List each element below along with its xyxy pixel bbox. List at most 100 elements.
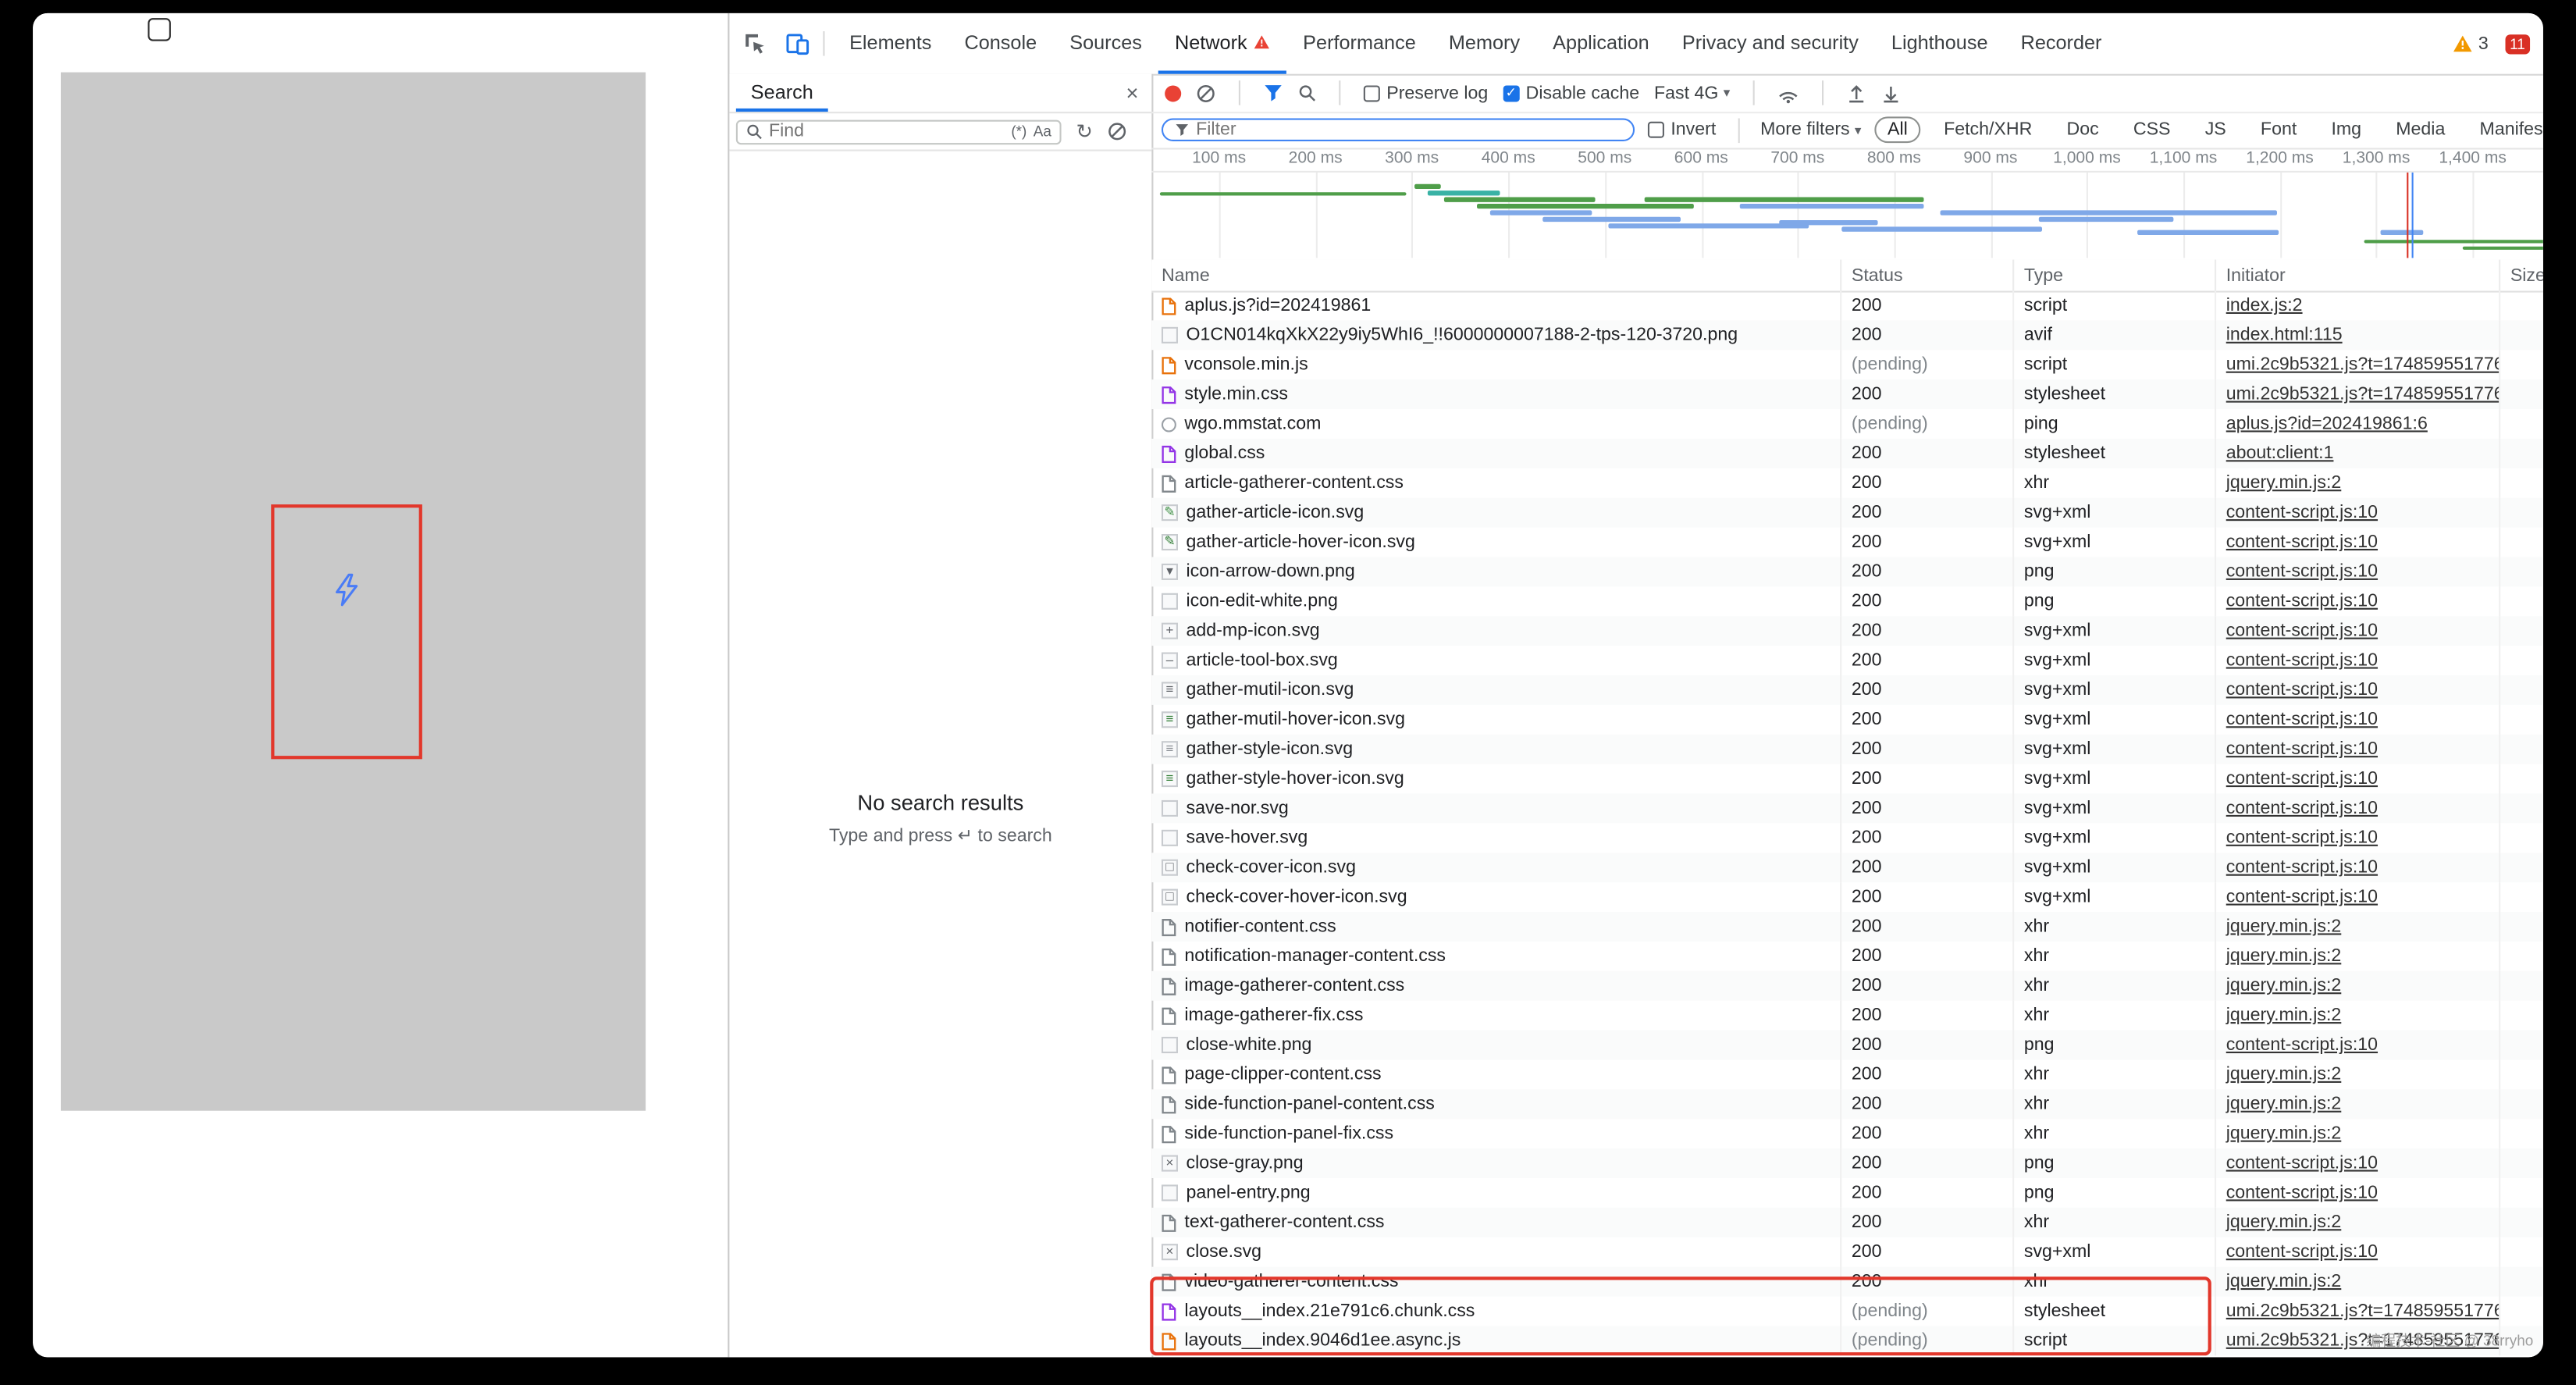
network-request-row[interactable]: ≡gather-style-icon.svg200svg+xmlcontent-… <box>1151 735 2543 764</box>
network-request-row[interactable]: notification-manager-content.css200xhrjq… <box>1151 942 2543 971</box>
network-request-row[interactable]: –article-tool-box.svg200svg+xmlcontent-s… <box>1151 646 2543 675</box>
network-search-icon[interactable] <box>1298 84 1316 101</box>
invert-checkbox[interactable] <box>1648 122 1664 138</box>
disable-cache-option[interactable]: ✓ Disable cache <box>1503 83 1639 102</box>
tab-memory[interactable]: Memory <box>1432 13 1536 74</box>
network-request-row[interactable]: article-gatherer-content.css200xhrjquery… <box>1151 468 2543 498</box>
filter-toggle-icon[interactable] <box>1263 84 1283 101</box>
match-case-toggle[interactable]: Aa <box>1034 123 1051 140</box>
initiator-link[interactable]: content-script.js:10 <box>2226 680 2378 700</box>
filter-chip-doc[interactable]: Doc <box>2055 119 2111 141</box>
initiator-link[interactable]: about:client:1 <box>2226 443 2334 463</box>
network-request-row[interactable]: vconsole.min.js(pending)scriptumi.2c9b53… <box>1151 350 2543 379</box>
tab-elements[interactable]: Elements <box>833 13 948 74</box>
initiator-link[interactable]: jquery.min.js:2 <box>2226 1095 2342 1114</box>
filter-chip-fetch-xhr[interactable]: Fetch/XHR <box>1932 119 2044 141</box>
network-request-row[interactable]: video-gatherer-content.css200xhrjquery.m… <box>1151 1267 2543 1297</box>
record-icon[interactable] <box>1165 84 1181 101</box>
tab-search[interactable]: Search <box>736 74 828 112</box>
filter-chip-media[interactable]: Media <box>2385 119 2457 141</box>
filter-chip-font[interactable]: Font <box>2249 119 2308 141</box>
network-request-row[interactable]: ×close.svg200svg+xmlcontent-script.js:10 <box>1151 1237 2543 1267</box>
clear-search-icon[interactable] <box>1108 122 1127 141</box>
initiator-link[interactable]: content-script.js:10 <box>2226 828 2378 848</box>
tab-console[interactable]: Console <box>948 13 1053 74</box>
filter-input[interactable] <box>1196 120 1621 140</box>
initiator-link[interactable]: content-script.js:10 <box>2226 769 2378 789</box>
filter-chip-img[interactable]: Img <box>2320 119 2373 141</box>
network-request-row[interactable]: aplus.js?id=202419861200scriptindex.js:2 <box>1151 291 2543 321</box>
filter-chip-manifest[interactable]: Manifest <box>2468 119 2543 141</box>
initiator-link[interactable]: jquery.min.js:2 <box>2226 976 2342 995</box>
waterfall-overview[interactable]: 100 ms200 ms300 ms400 ms500 ms600 ms700 … <box>1151 148 2543 261</box>
tab-network[interactable]: Network <box>1158 13 1286 74</box>
filter-chip-js[interactable]: JS <box>2194 119 2237 141</box>
network-request-row[interactable]: save-nor.svg200svg+xmlcontent-script.js:… <box>1151 794 2543 824</box>
issue-badges[interactable]: 3 11 <box>2452 13 2530 74</box>
network-conditions-icon[interactable] <box>1777 83 1799 102</box>
network-request-row[interactable]: page-clipper-content.css200xhrjquery.min… <box>1151 1059 2543 1089</box>
initiator-link[interactable]: umi.2c9b5321.js?t=1748595517760 <box>2226 355 2500 375</box>
network-request-row[interactable]: side-function-panel-content.css200xhrjqu… <box>1151 1089 2543 1119</box>
network-request-row[interactable]: panel-entry.png200pngcontent-script.js:1… <box>1151 1178 2543 1208</box>
filter-chip-css[interactable]: CSS <box>2122 119 2182 141</box>
column-header-initiator[interactable]: Initiator <box>2216 260 2500 291</box>
import-har-icon[interactable] <box>1847 83 1866 102</box>
tab-sources[interactable]: Sources <box>1053 13 1158 74</box>
network-request-row[interactable]: image-gatherer-fix.css200xhrjquery.min.j… <box>1151 1001 2543 1031</box>
column-header-type[interactable]: Type <box>2014 260 2216 291</box>
column-header-size[interactable]: Size <box>2500 260 2543 291</box>
initiator-link[interactable]: content-script.js:10 <box>2226 621 2378 641</box>
network-request-row[interactable]: wgo.mmstat.com(pending)pingaplus.js?id=2… <box>1151 409 2543 439</box>
clear-network-log-icon[interactable] <box>1196 83 1215 102</box>
network-request-row[interactable]: ≡gather-style-hover-icon.svg200svg+xmlco… <box>1151 764 2543 794</box>
network-request-row[interactable]: □check-cover-hover-icon.svg200svg+xmlcon… <box>1151 882 2543 912</box>
initiator-link[interactable]: jquery.min.js:2 <box>2226 1272 2342 1291</box>
network-request-row[interactable]: O1CN014kqXkX22y9iy5WhI6_!!6000000007188-… <box>1151 320 2543 350</box>
network-request-row[interactable]: save-hover.svg200svg+xmlcontent-script.j… <box>1151 823 2543 853</box>
throttling-select[interactable]: Fast 4G ▾ <box>1654 83 1730 102</box>
initiator-link[interactable]: content-script.js:10 <box>2226 1242 2378 1262</box>
network-request-row[interactable]: global.css200stylesheetabout:client:1 <box>1151 439 2543 468</box>
network-request-row[interactable]: style.min.css200stylesheetumi.2c9b5321.j… <box>1151 379 2543 409</box>
initiator-link[interactable]: content-script.js:10 <box>2226 739 2378 759</box>
network-request-row[interactable]: +add-mp-icon.svg200svg+xmlcontent-script… <box>1151 616 2543 646</box>
network-request-row[interactable]: layouts__index.9046d1ee.async.js(pending… <box>1151 1326 2543 1355</box>
disable-cache-checkbox[interactable]: ✓ <box>1503 84 1519 101</box>
filter-input-box[interactable] <box>1162 119 1635 141</box>
initiator-link[interactable]: content-script.js:10 <box>2226 562 2378 582</box>
initiator-link[interactable]: jquery.min.js:2 <box>2226 1006 2342 1025</box>
initiator-link[interactable]: jquery.min.js:2 <box>2226 473 2342 493</box>
network-request-row[interactable]: notifier-content.css200xhrjquery.min.js:… <box>1151 912 2543 942</box>
column-header-name[interactable]: Name <box>1151 260 1841 291</box>
close-icon[interactable]: × <box>1126 80 1139 105</box>
initiator-link[interactable]: content-script.js:10 <box>2226 887 2378 906</box>
initiator-link[interactable]: content-script.js:10 <box>2226 710 2378 729</box>
tab-recorder[interactable]: Recorder <box>2005 13 2119 74</box>
initiator-link[interactable]: umi.2c9b5321.js?t=1748595517760 <box>2226 1301 2500 1321</box>
regex-toggle[interactable]: (*) <box>1011 123 1026 140</box>
initiator-link[interactable]: jquery.min.js:2 <box>2226 1065 2342 1084</box>
refresh-icon[interactable]: ↻ <box>1076 120 1093 143</box>
device-toolbar-icon[interactable] <box>779 26 815 62</box>
initiator-link[interactable]: umi.2c9b5321.js?t=1748595517760 <box>2226 384 2500 404</box>
initiator-link[interactable]: content-script.js:10 <box>2226 1035 2378 1055</box>
initiator-link[interactable]: index.js:2 <box>2226 296 2303 315</box>
initiator-link[interactable]: jquery.min.js:2 <box>2226 917 2342 936</box>
inspect-element-icon[interactable] <box>736 26 772 62</box>
search-input-box[interactable]: (*) Aa <box>736 119 1062 144</box>
network-request-row[interactable]: layouts__index.21e791c6.chunk.css(pendin… <box>1151 1297 2543 1326</box>
initiator-link[interactable]: content-script.js:10 <box>2226 650 2378 670</box>
preserve-log-option[interactable]: Preserve log <box>1364 83 1488 102</box>
tab-performance[interactable]: Performance <box>1286 13 1432 74</box>
tab-lighthouse[interactable]: Lighthouse <box>1875 13 2005 74</box>
initiator-link[interactable]: content-script.js:10 <box>2226 532 2378 552</box>
initiator-link[interactable]: jquery.min.js:2 <box>2226 1212 2342 1232</box>
search-input[interactable] <box>769 122 1005 141</box>
network-request-row[interactable]: text-gatherer-content.css200xhrjquery.mi… <box>1151 1208 2543 1237</box>
invert-option[interactable]: Invert <box>1648 120 1716 140</box>
network-request-row[interactable]: ✎gather-article-icon.svg200svg+xmlconten… <box>1151 498 2543 528</box>
initiator-link[interactable]: jquery.min.js:2 <box>2226 946 2342 966</box>
column-header-status[interactable]: Status <box>1841 260 2014 291</box>
initiator-link[interactable]: content-script.js:10 <box>2226 799 2378 818</box>
